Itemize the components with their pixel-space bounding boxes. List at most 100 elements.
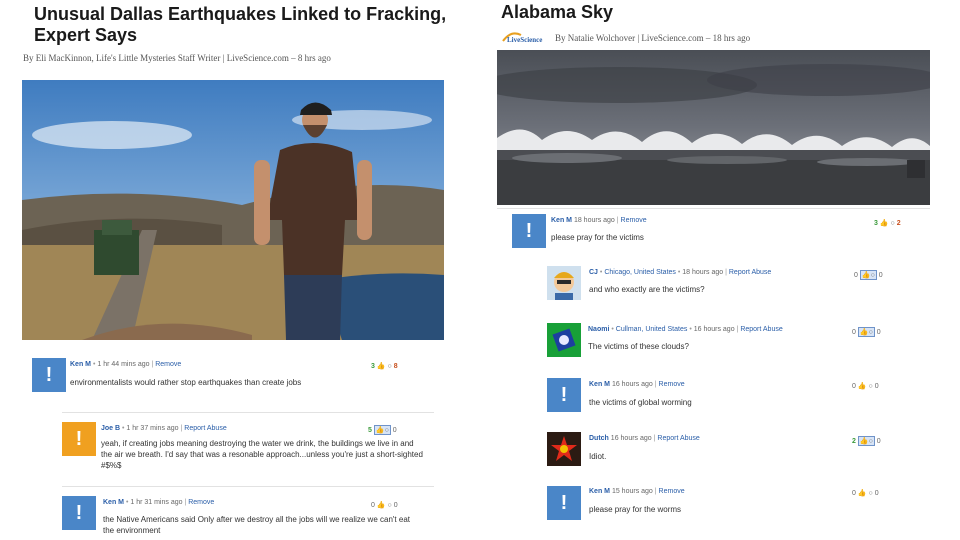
upvote-count: 3: [874, 220, 878, 227]
comment-author[interactable]: Ken M: [551, 217, 572, 224]
comment-meta: Ken M 15 hours ago | Remove: [589, 488, 685, 495]
thumbs-up-icon[interactable]: 👍○: [857, 436, 875, 446]
thumbs-up-icon[interactable]: 👍○: [859, 270, 877, 280]
comment-text: please pray for the worms: [589, 505, 682, 514]
comment-reply: ! Ken M 16 hours ago | Remove the victim…: [547, 378, 922, 414]
comment-location[interactable]: Cullman, United States: [616, 326, 688, 333]
comment-meta: Dutch 16 hours ago | Report Abuse: [589, 435, 700, 442]
upvote-count: 0: [371, 502, 375, 509]
upvote-count: 3: [371, 363, 375, 370]
downvote-count: 0: [393, 502, 398, 509]
remove-link[interactable]: Remove: [659, 488, 685, 495]
comment-author[interactable]: Ken M: [589, 488, 610, 495]
avatar[interactable]: !: [547, 378, 581, 412]
speech-bubble-icon[interactable]: ○: [388, 502, 392, 509]
vote-controls: 3 👍 ○ 2: [874, 219, 901, 227]
vote-controls: 0 👍 ○ 0: [852, 382, 879, 390]
comment-meta: Ken M 18 hours ago | Remove: [551, 217, 647, 224]
speech-bubble-icon[interactable]: ○: [869, 383, 873, 390]
svg-text:LiveScience: LiveScience: [507, 36, 542, 44]
comment-text: the Native Americans said Only after we …: [103, 515, 410, 535]
comment-reply: ! Joe B • 1 hr 37 mins ago | Report Abus…: [62, 422, 432, 477]
avatar[interactable]: [547, 432, 581, 466]
downvote-count: 0: [876, 437, 881, 445]
speech-bubble-icon[interactable]: ○: [388, 363, 392, 370]
upvote-count: 2: [852, 437, 856, 445]
avatar[interactable]: !: [512, 214, 546, 248]
comment-time: 15 hours ago: [611, 488, 653, 495]
comment-text: the victims of global worming: [589, 398, 692, 407]
report-abuse-link[interactable]: Report Abuse: [740, 326, 782, 333]
avatar[interactable]: !: [62, 496, 96, 530]
comment-author[interactable]: Naomi: [588, 326, 609, 333]
remove-link[interactable]: Remove: [659, 381, 685, 388]
comment-text: Idiot.: [589, 452, 607, 461]
comment-reply: Naomi • Cullman, United States • 16 hour…: [547, 323, 922, 359]
comment-reply: CJ • Chicago, United States • 18 hours a…: [547, 266, 922, 302]
thumbs-up-icon[interactable]: 👍○: [373, 425, 391, 435]
comment-author[interactable]: Ken M: [589, 381, 610, 388]
comment-item: ! Ken M • 1 hr 44 mins ago | Remove envi…: [32, 358, 432, 398]
article-byline: By Natalie Wolchover | LiveScience.com –…: [555, 33, 751, 43]
avatar[interactable]: !: [62, 422, 96, 456]
comment-meta: CJ • Chicago, United States • 18 hours a…: [589, 269, 771, 276]
comment-text: yeah, if creating jobs meaning destroyin…: [101, 439, 423, 470]
star-avatar-icon: [547, 432, 581, 466]
downvote-count: 0: [874, 490, 879, 497]
thumbs-up-icon[interactable]: 👍: [377, 502, 386, 509]
report-abuse-link[interactable]: Report Abuse: [657, 435, 699, 442]
comment-meta: Ken M 16 hours ago | Remove: [589, 381, 685, 388]
thumbs-up-icon[interactable]: 👍○: [857, 327, 875, 337]
article-title[interactable]: Unusual Dallas Earthquakes Linked to Fra…: [34, 4, 454, 46]
avatar[interactable]: !: [547, 486, 581, 520]
downvote-count: 0: [876, 328, 881, 336]
exclamation-icon: !: [560, 492, 568, 514]
avatar[interactable]: [547, 323, 581, 357]
remove-link[interactable]: Remove: [188, 499, 214, 506]
exclamation-icon: !: [560, 384, 568, 406]
report-abuse-link[interactable]: Report Abuse: [729, 269, 771, 276]
report-abuse-link[interactable]: Report Abuse: [184, 425, 226, 432]
comment-author[interactable]: Ken M: [70, 361, 91, 368]
left-article: Unusual Dallas Earthquakes Linked to Fra…: [0, 0, 480, 540]
exclamation-icon: !: [75, 428, 83, 450]
downvote-count: 0: [878, 271, 883, 279]
article-byline: By Eli MacKinnon, Life's Little Mysterie…: [23, 53, 331, 63]
article-photo: [22, 80, 444, 340]
article-title[interactable]: Alabama Sky: [501, 2, 613, 23]
comment-time: 18 hours ago: [573, 217, 615, 224]
cartoon-avatar-icon: [547, 266, 581, 300]
remove-link[interactable]: Remove: [621, 217, 647, 224]
comment-location[interactable]: Chicago, United States: [604, 269, 676, 276]
upvote-count: 0: [852, 383, 856, 390]
thumbs-up-icon[interactable]: 👍: [377, 363, 386, 370]
comment-text: and who exactly are the victims?: [589, 285, 705, 294]
thumbs-up-icon[interactable]: 👍: [858, 383, 867, 390]
upvote-count: 0: [854, 271, 858, 279]
comment-author[interactable]: Dutch: [589, 435, 609, 442]
thumbs-up-icon[interactable]: 👍: [880, 220, 889, 227]
comment-author[interactable]: Joe B: [101, 425, 120, 432]
downvote-count: 0: [874, 383, 879, 390]
exclamation-icon: !: [75, 502, 83, 524]
comment-time: 18 hours ago: [682, 269, 724, 276]
comment-reply: ! Ken M 15 hours ago | Remove please pra…: [547, 486, 922, 522]
comment-author[interactable]: Ken M: [103, 499, 124, 506]
comment-text: The victims of these clouds?: [588, 342, 689, 351]
comment-time: 1 hr 37 mins ago: [126, 425, 179, 432]
divider: [497, 208, 930, 209]
avatar[interactable]: !: [32, 358, 66, 392]
vote-controls: 0 👍 ○ 0: [852, 489, 879, 497]
avatar[interactable]: [547, 266, 581, 300]
remove-link[interactable]: Remove: [155, 361, 181, 368]
vote-controls: 0 👍○ 0: [854, 270, 883, 280]
vote-controls: 5 👍○ 0: [368, 425, 397, 435]
comment-author[interactable]: CJ: [589, 269, 598, 276]
abstract-avatar-icon: [547, 323, 581, 357]
speech-bubble-icon[interactable]: ○: [891, 220, 895, 227]
thumbs-up-icon[interactable]: 👍: [858, 490, 867, 497]
comment-time: 16 hours ago: [693, 326, 735, 333]
comment-text: environmentalists would rather stop eart…: [70, 378, 302, 387]
speech-bubble-icon[interactable]: ○: [869, 490, 873, 497]
livescience-logo[interactable]: LiveScience: [501, 30, 549, 44]
